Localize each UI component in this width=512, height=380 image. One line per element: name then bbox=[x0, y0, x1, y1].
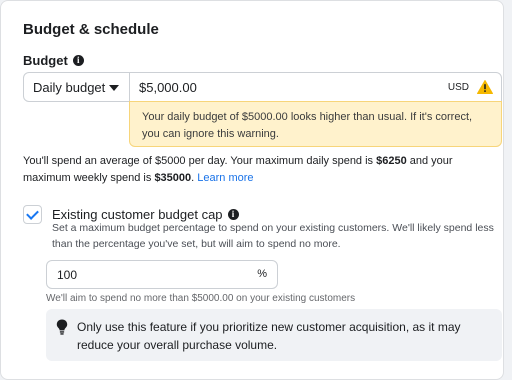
tip-box: Only use this feature if you prioritize … bbox=[46, 309, 502, 361]
budget-amount-input[interactable]: $5,000.00 USD bbox=[129, 72, 502, 102]
budget-cap-percent-value: 100 bbox=[57, 267, 78, 282]
caret-down-icon bbox=[109, 85, 119, 91]
lightbulb-icon bbox=[56, 319, 68, 335]
max-weekly-spend: $35000 bbox=[154, 172, 192, 184]
budget-cap-title: Existing customer budget cap bbox=[52, 207, 223, 222]
spend-info-part1: You'll spend an average of $5000 per day… bbox=[23, 155, 377, 167]
budget-cap-percent-input[interactable]: 100 % bbox=[46, 260, 278, 289]
spend-info-text: You'll spend an average of $5000 per day… bbox=[23, 153, 493, 187]
budget-schedule-card: Budget & schedule Budget i Daily budget … bbox=[0, 0, 504, 380]
info-icon[interactable]: i bbox=[72, 55, 84, 66]
budget-label-row: Budget i bbox=[23, 53, 84, 68]
tip-text: Only use this feature if you prioritize … bbox=[77, 320, 461, 352]
warning-icon bbox=[477, 80, 493, 94]
check-icon bbox=[26, 207, 39, 220]
budget-cap-aim-note: We'll aim to spend no more than $5000.00… bbox=[46, 293, 356, 304]
info-icon[interactable]: i bbox=[227, 209, 239, 220]
budget-cap-title-row: Existing customer budget cap i bbox=[52, 207, 239, 222]
section-title: Budget & schedule bbox=[23, 21, 159, 38]
budget-cap-description: Set a maximum budget percentage to spend… bbox=[52, 222, 494, 250]
learn-more-link[interactable]: Learn more bbox=[197, 172, 253, 184]
budget-label: Budget bbox=[23, 53, 68, 68]
budget-amount-value: $5,000.00 bbox=[139, 79, 197, 95]
budget-cap-checkbox[interactable] bbox=[23, 205, 42, 224]
budget-warning-message: Your daily budget of $5000.00 looks high… bbox=[129, 101, 502, 147]
budget-type-value: Daily budget bbox=[33, 79, 106, 95]
max-daily-spend: $6250 bbox=[376, 155, 407, 167]
currency-label: USD bbox=[447, 82, 469, 93]
budget-type-dropdown[interactable]: Daily budget bbox=[23, 72, 130, 102]
percent-unit: % bbox=[257, 268, 267, 280]
